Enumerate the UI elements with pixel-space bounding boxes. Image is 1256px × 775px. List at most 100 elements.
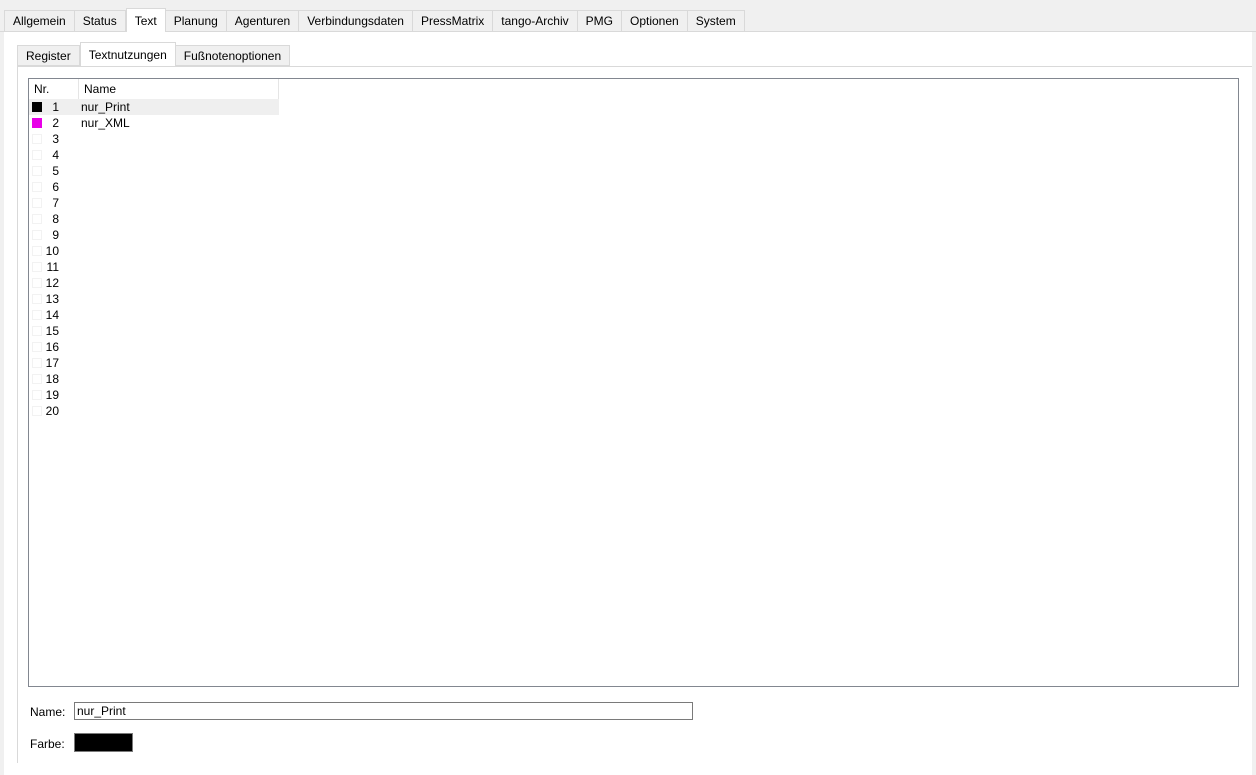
list-item[interactable]: 19: [29, 387, 279, 403]
tab-label: Planung: [173, 14, 218, 28]
tab-label: PressMatrix: [420, 14, 485, 28]
list-item[interactable]: 5: [29, 163, 279, 179]
row-number: 13: [45, 292, 59, 306]
list-item[interactable]: 13: [29, 291, 279, 307]
list-item[interactable]: 11: [29, 259, 279, 275]
row-name: nur_Print: [81, 100, 130, 114]
row-number: 20: [45, 404, 59, 418]
color-swatch: [32, 374, 42, 384]
list-item[interactable]: 9: [29, 227, 279, 243]
list-item[interactable]: 7: [29, 195, 279, 211]
tab-optionen[interactable]: Optionen: [622, 10, 688, 32]
subtab-label: Register: [26, 48, 71, 63]
row-number: 10: [45, 244, 59, 258]
color-swatch: [32, 198, 42, 208]
column-header-nr-label: Nr.: [34, 82, 50, 96]
row-number: 4: [52, 148, 59, 162]
row-number: 18: [45, 372, 59, 386]
tab-text[interactable]: Text: [125, 8, 166, 32]
row-number: 8: [52, 212, 59, 226]
tab-system[interactable]: System: [687, 10, 745, 32]
tab-label: Allgemein: [13, 14, 66, 28]
row-number: 14: [45, 308, 59, 322]
row-number: 2: [52, 116, 59, 130]
row-number: 3: [52, 132, 59, 146]
list-item[interactable]: 4: [29, 147, 279, 163]
subtab-label: Fußnotenoptionen: [183, 48, 282, 63]
row-number: 15: [45, 324, 59, 338]
color-swatch: [32, 342, 42, 352]
list-item[interactable]: 12: [29, 275, 279, 291]
tab-allgemein[interactable]: Allgemein: [4, 10, 75, 32]
list-item[interactable]: 8: [29, 211, 279, 227]
tab-tango-archiv[interactable]: tango-Archiv: [493, 10, 578, 32]
name-input[interactable]: [74, 702, 693, 720]
tab-agenturen[interactable]: Agenturen: [226, 10, 300, 32]
tab-pressmatrix[interactable]: PressMatrix: [412, 10, 494, 32]
tab-label: Text: [134, 13, 157, 28]
color-swatch: [32, 310, 42, 320]
row-number: 9: [52, 228, 59, 242]
color-swatch: [32, 182, 42, 192]
tab-label: Optionen: [630, 14, 679, 28]
color-label: Farbe:: [30, 737, 65, 751]
list-item[interactable]: 15: [29, 323, 279, 339]
color-swatch: [32, 358, 42, 368]
color-swatch: [32, 230, 42, 240]
list-item[interactable]: 2 nur_XML: [29, 115, 279, 131]
column-header-nr[interactable]: Nr.: [29, 79, 79, 99]
subtab-register[interactable]: Register: [17, 45, 80, 66]
color-picker-button[interactable]: [74, 733, 133, 752]
list-item[interactable]: 16: [29, 339, 279, 355]
color-swatch: [32, 294, 42, 304]
name-label: Name:: [30, 705, 66, 719]
row-number: 5: [52, 164, 59, 178]
main-tab-bar: Allgemein Status Text Planung Agenturen Verbi…: [4, 8, 745, 32]
sub-tab-bar: Register Textnutzungen Fußnotenoptionen: [17, 42, 291, 66]
subtab-fu-notenoptionen[interactable]: Fußnotenoptionen: [175, 45, 291, 66]
list-item[interactable]: 3: [29, 131, 279, 147]
list-item[interactable]: 20: [29, 403, 279, 419]
color-swatch: [32, 118, 42, 128]
list-item[interactable]: 14: [29, 307, 279, 323]
color-swatch: [32, 102, 42, 112]
tab-label: Agenturen: [234, 14, 291, 28]
color-swatch: [32, 262, 42, 272]
column-header-name[interactable]: Name: [79, 79, 279, 99]
tab-status[interactable]: Status: [74, 10, 126, 32]
row-number: 12: [45, 276, 59, 290]
row-number: 11: [46, 260, 59, 274]
color-swatch: [32, 406, 42, 416]
column-header-name-label: Name: [84, 82, 117, 96]
row-number: 19: [45, 388, 59, 402]
list-item[interactable]: 10: [29, 243, 279, 259]
tab-verbindungsdaten[interactable]: Verbindungsdaten: [299, 10, 413, 32]
list-item[interactable]: 1 nur_Print: [29, 99, 279, 115]
row-number: 16: [45, 340, 59, 354]
list-header: Nr. Name: [29, 79, 279, 99]
tab-label: Verbindungsdaten: [307, 14, 404, 28]
list-item[interactable]: 17: [29, 355, 279, 371]
list-item[interactable]: 18: [29, 371, 279, 387]
color-swatch: [32, 246, 42, 256]
tab-label: System: [695, 14, 736, 28]
row-number: 1: [52, 100, 59, 114]
row-number: 6: [52, 180, 59, 194]
list-rows: 1 nur_Print 2 nur_XML 3 4 5 6 7 8 9 10 11 12 13 14 15 16 1…: [29, 99, 279, 419]
row-name: nur_XML: [81, 116, 130, 130]
row-number: 7: [52, 196, 59, 210]
tab-planung[interactable]: Planung: [165, 10, 227, 32]
color-swatch: [32, 278, 42, 288]
list-item[interactable]: 6: [29, 179, 279, 195]
subtab-label: Textnutzungen: [88, 47, 167, 62]
color-swatch: [32, 166, 42, 176]
tab-pmg[interactable]: PMG: [577, 10, 622, 32]
row-number: 17: [45, 356, 59, 370]
tab-label: tango-Archiv: [501, 14, 569, 28]
color-swatch: [32, 150, 42, 160]
tab-label: PMG: [585, 14, 613, 28]
color-swatch: [32, 134, 42, 144]
text-usage-list[interactable]: Nr. Name 1 nur_Print 2 nur_XML 3 4 5 6 7 8 9 10 11 12…: [28, 78, 1239, 687]
subtab-textnutzungen[interactable]: Textnutzungen: [79, 42, 176, 66]
color-swatch: [32, 390, 42, 400]
